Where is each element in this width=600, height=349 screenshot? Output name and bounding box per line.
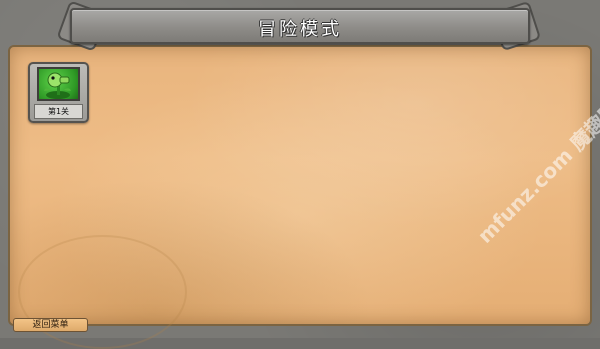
page-title: 冒险模式 [258,19,342,40]
peashooter-graphic [44,72,71,99]
level-label: 第1关 [34,104,83,119]
back-to-menu-button[interactable]: 返回菜单 [13,318,88,332]
level-card-1[interactable]: 第1关 [28,62,89,123]
peashooter-icon [37,67,80,101]
title-banner: 冒险模式 [70,8,530,44]
